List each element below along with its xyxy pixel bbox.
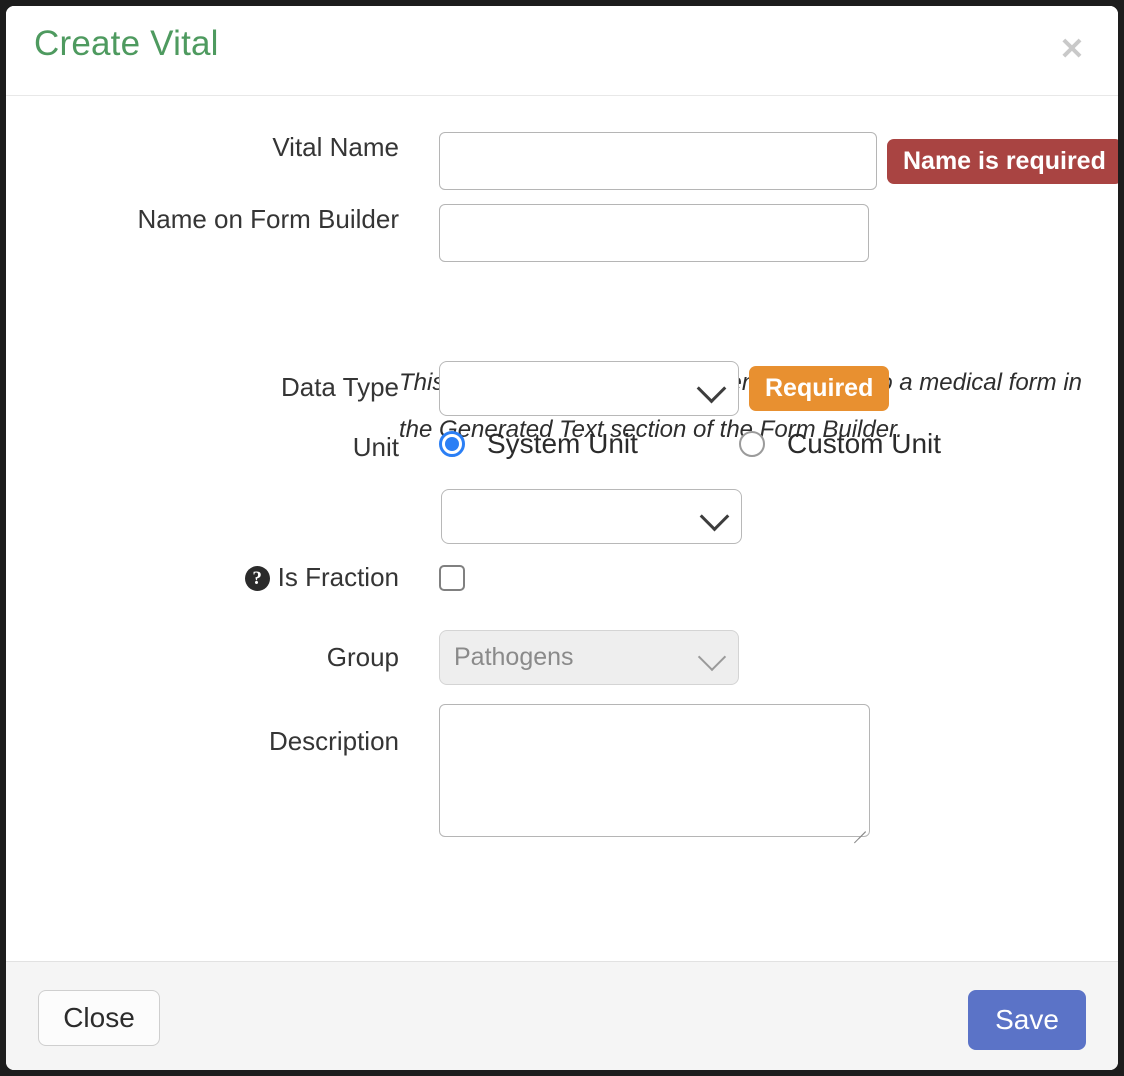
row-unit-select	[46, 489, 742, 544]
description-label: Description	[268, 726, 399, 756]
name-on-form-builder-input[interactable]	[439, 204, 869, 262]
data-type-select[interactable]	[439, 361, 739, 416]
radio-custom-unit[interactable]	[739, 431, 765, 457]
vital-name-label: Vital Name	[272, 132, 399, 162]
row-group: Group Pathogens	[46, 630, 739, 685]
unit-label: Unit	[352, 432, 399, 462]
vital-name-input[interactable]	[439, 132, 877, 190]
description-textarea[interactable]	[439, 704, 870, 837]
group-select-value: Pathogens	[454, 643, 574, 671]
row-name-on-form-builder: Name on Form Builder	[46, 204, 869, 262]
vital-name-error-badge: Name is required	[887, 138, 1118, 184]
row-data-type: Data Type Required	[46, 361, 890, 416]
close-icon: ✕	[1059, 33, 1085, 66]
unit-option-system-label: System Unit	[487, 428, 638, 459]
data-type-required-badge: Required	[749, 366, 890, 411]
row-unit: Unit System Unit Custom Unit	[46, 428, 941, 463]
modal-body: Vital Name Name is required Name on Form…	[6, 96, 1118, 961]
is-fraction-label: Is Fraction	[277, 562, 399, 592]
chevron-down-icon	[699, 501, 730, 531]
unit-option-custom[interactable]: Custom Unit	[739, 428, 941, 460]
row-description: Description	[46, 704, 870, 844]
unit-select[interactable]	[441, 489, 742, 544]
create-vital-modal: Create Vital ✕ Vital Name Name is requir…	[0, 0, 1124, 1076]
row-vital-name: Vital Name Name is required	[46, 132, 1118, 190]
modal-footer: Close Save	[6, 961, 1118, 1070]
group-select: Pathogens	[439, 630, 739, 685]
close-icon-button[interactable]: ✕	[1050, 28, 1094, 72]
unit-option-system[interactable]: System Unit	[439, 428, 739, 460]
help-circle-icon[interactable]: ?	[244, 566, 270, 591]
is-fraction-checkbox[interactable]	[439, 565, 465, 591]
radio-system-unit[interactable]	[439, 431, 465, 457]
modal-header: Create Vital ✕	[6, 6, 1118, 96]
name-on-form-builder-label: Name on Form Builder	[137, 204, 399, 234]
is-fraction-label-wrap: ? Is Fraction	[46, 562, 399, 593]
group-label: Group	[326, 642, 399, 672]
data-type-label: Data Type	[280, 372, 399, 402]
save-button[interactable]: Save	[968, 990, 1086, 1050]
close-button[interactable]: Close	[38, 990, 160, 1046]
page-title: Create Vital	[34, 24, 219, 63]
row-is-fraction: ? Is Fraction	[46, 562, 465, 593]
chevron-down-icon	[697, 642, 727, 671]
unit-option-custom-label: Custom Unit	[787, 428, 942, 459]
chevron-down-icon	[696, 373, 727, 403]
unit-radio-group: System Unit Custom Unit	[439, 428, 941, 460]
